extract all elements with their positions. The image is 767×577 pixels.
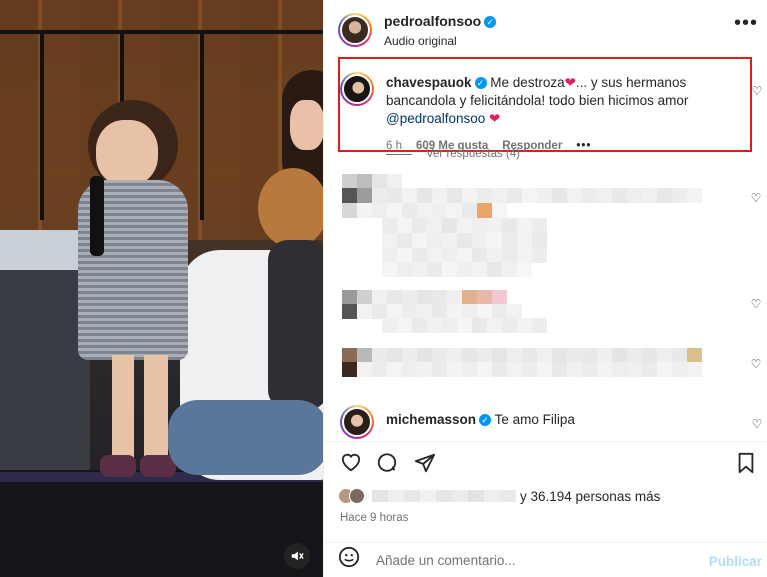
view-replies[interactable]: Ver respuestas (4) xyxy=(386,148,520,160)
comment-input[interactable] xyxy=(376,552,676,568)
pixel-block xyxy=(342,188,702,203)
pixel-block xyxy=(342,203,507,218)
publish-button[interactable]: Publicar xyxy=(709,554,762,569)
post-media[interactable] xyxy=(0,0,323,577)
commenter-username[interactable]: michemasson xyxy=(386,412,476,427)
comment-like-icon[interactable]: ♡ xyxy=(749,357,763,371)
add-comment-bar: Publicar xyxy=(324,542,767,577)
mention-link[interactable]: @pedroalfonsoo xyxy=(386,111,485,126)
pixel-block xyxy=(342,362,702,377)
boy-body xyxy=(268,240,323,410)
comment-text: michemasson ✓ Te amo Filipa xyxy=(386,411,731,429)
emoji-icon[interactable] xyxy=(338,546,362,574)
comment-options-icon[interactable]: ••• xyxy=(576,137,591,155)
pixel-block xyxy=(382,262,532,277)
post-time[interactable]: Hace 9 horas xyxy=(340,512,408,524)
save-icon[interactable] xyxy=(736,452,756,480)
railing-post xyxy=(40,30,44,220)
woman-face xyxy=(290,100,323,150)
liked-by[interactable]: y 36.194 personas más xyxy=(338,488,660,504)
commenter-avatar[interactable] xyxy=(340,405,374,439)
verified-badge-icon: ✓ xyxy=(484,15,497,28)
pixel-block xyxy=(382,218,547,233)
heart-emoji-icon: ❤ xyxy=(564,75,576,90)
pixel-block xyxy=(342,174,402,189)
microphone xyxy=(90,176,104,256)
pixelated-likers xyxy=(372,490,516,502)
heart-emoji-icon: ❤ xyxy=(489,111,501,126)
comment-like-icon[interactable]: ♡ xyxy=(749,191,763,205)
verified-badge-icon: ✓ xyxy=(474,77,487,89)
railing xyxy=(0,30,323,34)
pixel-block xyxy=(342,348,702,363)
girl-shoe xyxy=(100,455,136,477)
post-panel: pedroalfonsoo ✓ Audio original ••• chaves… xyxy=(323,0,767,577)
pixel-block xyxy=(382,248,547,263)
pixel-block xyxy=(382,318,547,333)
pixel-block xyxy=(342,304,522,319)
liker-avatar xyxy=(349,488,365,504)
more-options-icon[interactable]: ••• xyxy=(734,12,758,35)
divider-line xyxy=(386,153,412,155)
post-header: pedroalfonsoo ✓ Audio original ••• xyxy=(324,0,767,60)
boy-head xyxy=(258,168,323,248)
lectern-base xyxy=(0,270,90,480)
heart-icon[interactable] xyxy=(340,452,362,478)
author-avatar[interactable] xyxy=(338,13,372,47)
liked-by-count: y 36.194 personas más xyxy=(520,488,661,504)
view-replies-label: Ver respuestas (4) xyxy=(426,148,520,160)
mute-icon xyxy=(291,551,304,561)
girl-legs xyxy=(112,355,168,467)
pixel-block xyxy=(342,290,507,305)
comment-like-icon[interactable]: ♡ xyxy=(750,84,764,98)
commenter-username[interactable]: chavespauok xyxy=(386,75,472,90)
comment-like-icon[interactable]: ♡ xyxy=(750,417,764,431)
audio-link[interactable]: Audio original xyxy=(384,34,496,48)
comment-text-part: Te amo Filipa xyxy=(494,412,575,427)
railing-post xyxy=(200,30,204,220)
verified-badge-icon: ✓ xyxy=(479,414,492,426)
comment-text-part: Me destroza xyxy=(486,75,565,90)
jeans xyxy=(168,400,323,475)
pixel-block xyxy=(382,233,547,248)
mute-button[interactable] xyxy=(284,543,310,569)
comment-icon[interactable] xyxy=(376,452,398,480)
share-icon[interactable] xyxy=(414,452,436,480)
author-username[interactable]: pedroalfonsoo xyxy=(384,13,481,29)
girl-face xyxy=(96,120,158,186)
comment-like-icon[interactable]: ♡ xyxy=(749,297,763,311)
stage-floor xyxy=(0,470,323,577)
comment-text: chavespauok ✓ Me destroza❤... y sus herma… xyxy=(386,74,731,155)
action-bar xyxy=(324,441,767,485)
commenter-avatar[interactable] xyxy=(340,72,374,106)
